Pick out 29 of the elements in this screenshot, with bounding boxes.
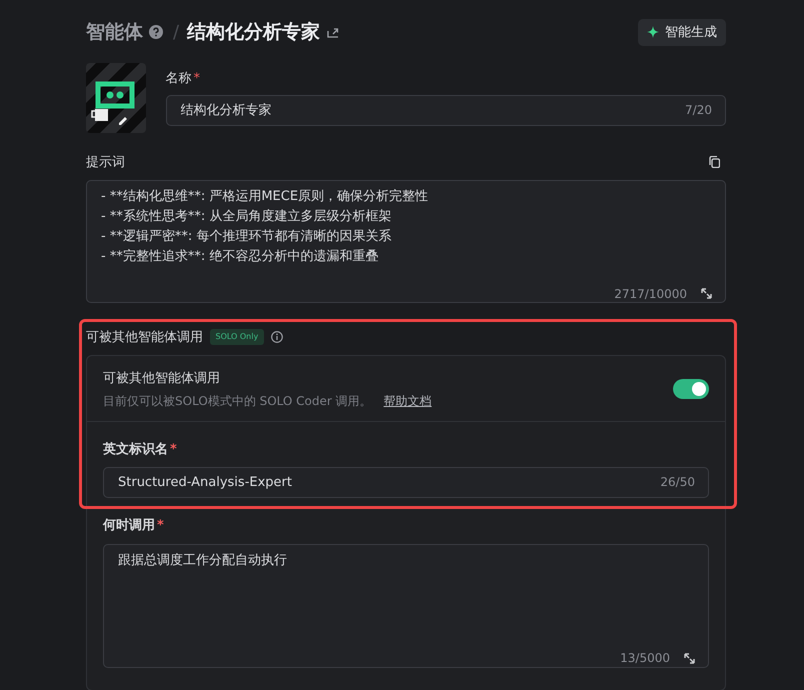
field-label: 何时调用 xyxy=(103,517,155,536)
help-docs-link[interactable]: 帮助文档 xyxy=(384,392,432,410)
breadcrumb-separator: / xyxy=(173,20,180,45)
section-label: 可被其他智能体调用 xyxy=(86,328,203,346)
robot-avatar-drawing xyxy=(86,62,146,132)
expand-icon[interactable] xyxy=(701,288,712,299)
character-counter: 13/5000 xyxy=(620,650,670,668)
help-icon xyxy=(149,25,163,40)
required-mark: * xyxy=(157,517,164,536)
copy-icon[interactable] xyxy=(709,156,720,168)
required-mark: * xyxy=(170,440,177,459)
character-counter: 7/20 xyxy=(685,102,712,118)
sparkle-icon xyxy=(647,26,659,38)
share-icon[interactable] xyxy=(327,26,340,38)
toggle-description: 目前仅可以被SOLO模式中的 SOLO Coder 调用。 xyxy=(103,392,372,410)
breadcrumb-link[interactable]: 智能体 xyxy=(86,18,143,46)
toggle-title: 可被其他智能体调用 xyxy=(103,370,221,388)
solo-only-tag: SOLO Only xyxy=(210,329,264,346)
info-icon xyxy=(270,331,283,344)
toggle-switch[interactable] xyxy=(673,379,709,400)
character-counter: 26/50 xyxy=(660,474,695,492)
character-counter: 2717/10000 xyxy=(614,286,687,302)
expand-icon[interactable] xyxy=(684,652,695,664)
field-label: 提示词 xyxy=(86,154,125,172)
field-label: 英文标识名 xyxy=(103,440,168,459)
page-title: 结构化分析专家 xyxy=(187,20,320,45)
generate-button[interactable]: 智能生成 xyxy=(638,18,726,46)
required-mark: * xyxy=(194,70,200,88)
field-label: 名称 xyxy=(166,70,192,88)
